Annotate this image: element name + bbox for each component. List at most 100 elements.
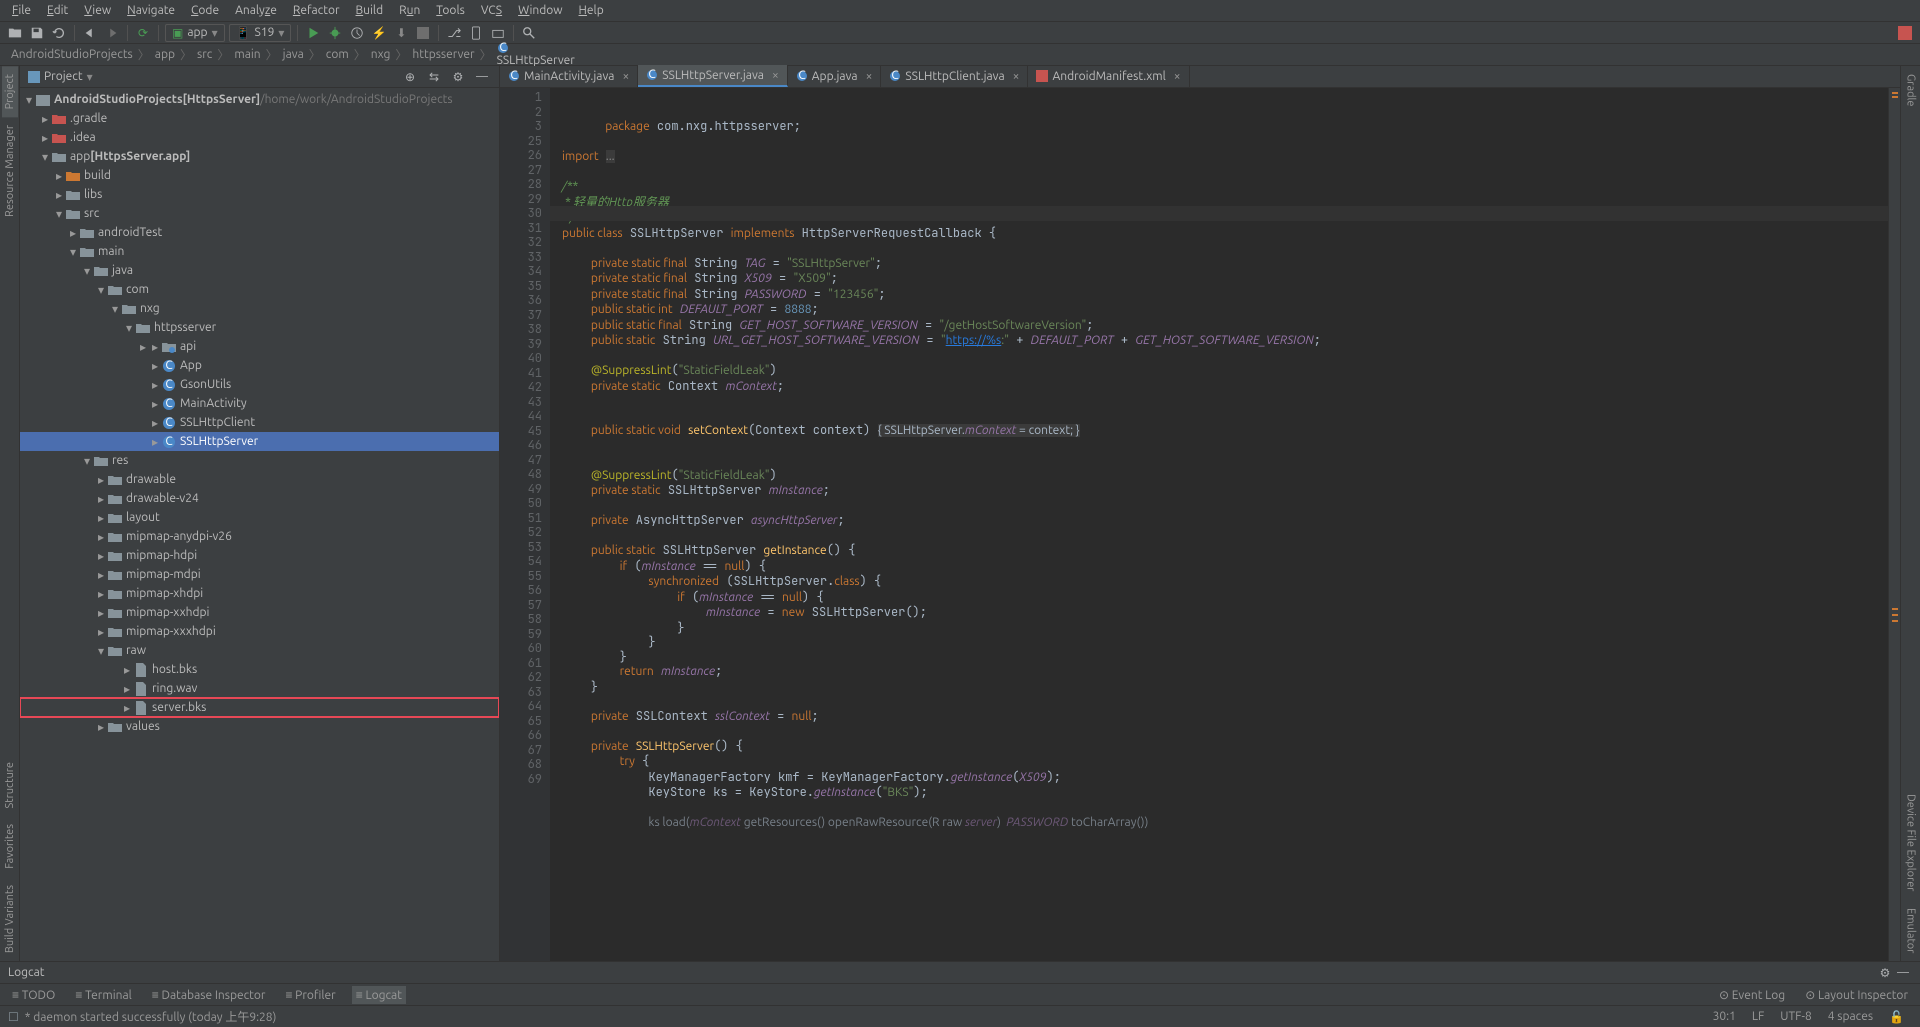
tree-root[interactable]: ▾AndroidStudioProjects [HttpsServer] /ho… [20,90,499,109]
tab-App.java[interactable]: CApp.java× [788,65,882,87]
profile-icon[interactable] [348,24,366,42]
tree-item-mipmap-mdpi[interactable]: ▸mipmap-mdpi [20,565,499,584]
vcs-icon[interactable]: ⎇ [445,24,463,42]
crumb-nxg[interactable]: nxg [368,48,394,61]
menu-analyze[interactable]: Analyze [227,2,285,19]
avd-icon[interactable] [467,24,485,42]
tool-TODO[interactable]: ≡ TODO [8,986,59,1004]
line-ending[interactable]: LF [1744,1010,1772,1023]
close-icon[interactable]: × [772,69,779,82]
close-icon[interactable]: × [1013,70,1020,83]
tab-MainActivity.java[interactable]: CMainActivity.java× [500,65,638,87]
tree-item-drawable[interactable]: ▸drawable [20,470,499,489]
gutter-gradle[interactable]: Gradle [1903,66,1919,115]
code-editor[interactable]: package com.nxg.httpsserver; import ... … [550,88,1888,961]
tree-item-layout[interactable]: ▸layout [20,508,499,527]
logcat-panel-header[interactable]: Logcat ⚙ — [0,961,1920,983]
tree-item-GsonUtils[interactable]: ▸CGsonUtils [20,375,499,394]
tool-Event Log[interactable]: ⊙ Event Log [1715,986,1789,1004]
tool-Profiler[interactable]: ≡ Profiler [281,986,339,1004]
close-icon[interactable]: × [866,70,873,83]
gutter-project[interactable]: Project [2,66,18,117]
menu-help[interactable]: Help [571,2,612,19]
crumb-com[interactable]: com [323,48,352,61]
stop-icon[interactable] [414,24,432,42]
tree-item-mipmap-anydpi-v26[interactable]: ▸mipmap-anydpi-v26 [20,527,499,546]
sync-icon[interactable]: ⟳ [134,24,152,42]
indent-setting[interactable]: 4 spaces [1820,1010,1881,1023]
readonly-lock-icon[interactable]: 🔓 [1881,1010,1912,1024]
crumb-AndroidStudioProjects[interactable]: AndroidStudioProjects [8,48,136,61]
project-view-selector[interactable]: Project [44,70,83,83]
menu-navigate[interactable]: Navigate [119,2,183,19]
tree-item-app[interactable]: ▾app [HttpsServer.app] [20,147,499,166]
minimize-icon[interactable]: — [1894,964,1912,982]
tool-Logcat[interactable]: ≡ Logcat [352,986,406,1004]
tree-item-App[interactable]: ▸CApp [20,356,499,375]
menu-edit[interactable]: Edit [39,2,76,19]
collapse-icon[interactable]: ⇆ [425,68,443,86]
tree-item-nxg[interactable]: ▾nxg [20,299,499,318]
close-icon[interactable]: × [1174,70,1181,83]
menu-code[interactable]: Code [183,2,227,19]
menu-window[interactable]: Window [510,2,570,19]
tree-item-SSLHttpClient[interactable]: ▸CSSLHttpClient [20,413,499,432]
tree-item-libs[interactable]: ▸libs [20,185,499,204]
tree-item-api[interactable]: ▸▸api [20,337,499,356]
tab-SSLHttpServer.java[interactable]: CSSLHttpServer.java× [638,65,788,87]
tree-item-.gradle[interactable]: ▸.gradle [20,109,499,128]
tab-AndroidManifest.xml[interactable]: AndroidManifest.xml× [1028,65,1189,87]
hide-icon[interactable]: — [473,68,491,86]
attach-debugger-icon[interactable]: ⬇ [392,24,410,42]
gutter-emulator[interactable]: Emulator [1903,900,1919,961]
tree-item-.idea[interactable]: ▸.idea [20,128,499,147]
gutter-structure[interactable]: Structure [2,754,18,817]
debug-icon[interactable] [326,24,344,42]
crumb-httpsserver[interactable]: httpsserver [409,48,477,61]
device-selector[interactable]: 📱S19▾ [229,24,292,42]
tree-item-httpsserver[interactable]: ▾httpsserver [20,318,499,337]
tool-Database Inspector[interactable]: ≡ Database Inspector [148,986,270,1004]
forward-icon[interactable] [103,24,121,42]
gutter-device-file-explorer[interactable]: Device File Explorer [1903,786,1919,899]
error-stripe[interactable] [1888,88,1900,961]
reload-icon[interactable] [50,24,68,42]
tool-Layout Inspector[interactable]: ⊙ Layout Inspector [1801,986,1912,1004]
crumb-java[interactable]: java [280,48,307,61]
run-icon[interactable] [304,24,322,42]
sdk-icon[interactable] [489,24,507,42]
tree-item-drawable-v24[interactable]: ▸drawable-v24 [20,489,499,508]
tool-Terminal[interactable]: ≡ Terminal [71,986,135,1004]
gear-icon[interactable]: ⚙ [1876,964,1894,982]
tree-item-host.bks[interactable]: ▸host.bks [20,660,499,679]
menu-build[interactable]: Build [348,2,392,19]
tree-item-mipmap-xxxhdpi[interactable]: ▸mipmap-xxxhdpi [20,622,499,641]
tree-item-server.bks[interactable]: ▸server.bks [20,698,499,717]
gutter-favorites[interactable]: Favorites [2,816,18,877]
open-icon[interactable] [6,24,24,42]
file-encoding[interactable]: UTF-8 [1772,1010,1819,1023]
gutter-resource-manager[interactable]: Resource Manager [2,117,18,225]
crumb-app[interactable]: app [152,48,178,61]
locate-icon[interactable]: ⊕ [401,68,419,86]
menu-vcs[interactable]: VCS [473,2,510,19]
tree-item-mipmap-xhdpi[interactable]: ▸mipmap-xhdpi [20,584,499,603]
crumb-src[interactable]: src [194,48,215,61]
run-config-app[interactable]: ▣app▾ [165,24,225,42]
tree-item-raw[interactable]: ▾raw [20,641,499,660]
menu-view[interactable]: View [76,2,119,19]
tree-item-MainActivity[interactable]: ▸CMainActivity [20,394,499,413]
project-tree[interactable]: ▾AndroidStudioProjects [HttpsServer] /ho… [20,88,499,961]
tree-item-ring.wav[interactable]: ▸ring.wav [20,679,499,698]
menu-tools[interactable]: Tools [428,2,473,19]
menu-refactor[interactable]: Refactor [285,2,348,19]
tree-item-androidTest[interactable]: ▸androidTest [20,223,499,242]
back-icon[interactable] [81,24,99,42]
tree-item-src[interactable]: ▾src [20,204,499,223]
tree-item-values[interactable]: ▸values [20,717,499,736]
menu-file[interactable]: File [4,2,39,19]
tree-item-mipmap-hdpi[interactable]: ▸mipmap-hdpi [20,546,499,565]
settings-icon[interactable]: ⚙ [449,68,467,86]
save-icon[interactable] [28,24,46,42]
tab-SSLHttpClient.java[interactable]: CSSLHttpClient.java× [881,65,1028,87]
